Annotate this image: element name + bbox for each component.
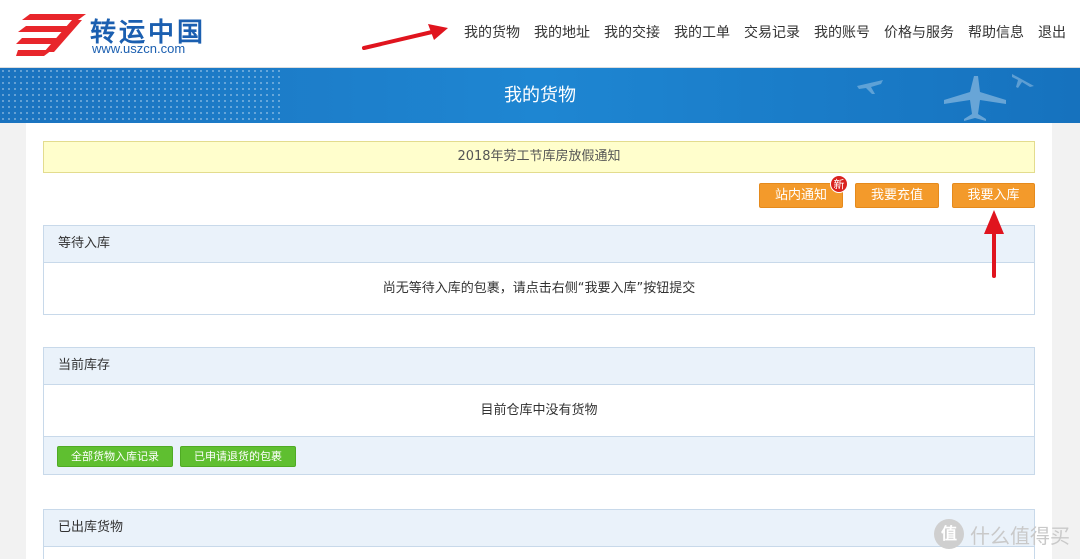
inventory-panel-footer: 全部货物入库记录 已申请退货的包裹 <box>44 436 1034 474</box>
nav-my-handover[interactable]: 我的交接 <box>604 22 660 42</box>
shipped-panel: 已出库货物 <box>43 509 1035 559</box>
logo-url: www.uszcn.com <box>92 41 186 56</box>
annotation-arrow-icon <box>362 24 448 50</box>
watermark-text: 什么值得买 <box>970 523 1070 548</box>
page-title: 我的货物 <box>504 85 576 106</box>
stock-in-button[interactable]: 我要入库 <box>952 183 1035 208</box>
inbox-button[interactable]: 站内通知 新 <box>759 175 848 208</box>
recharge-button[interactable]: 我要充值 <box>855 183 939 208</box>
inventory-empty-message: 目前仓库中没有货物 <box>480 403 598 418</box>
nav-transactions[interactable]: 交易记录 <box>744 22 800 42</box>
nav-my-account[interactable]: 我的账号 <box>814 22 870 42</box>
inventory-panel: 当前库存 目前仓库中没有货物 全部货物入库记录 已申请退货的包裹 <box>43 347 1035 475</box>
main-nav: 我的货物 我的地址 我的交接 我的工单 交易记录 我的账号 价格与服务 帮助信息… <box>464 22 1066 42</box>
nav-help[interactable]: 帮助信息 <box>968 22 1024 42</box>
top-header: 转运中国 www.uszcn.com 我的货物 我的地址 我的交接 我的工单 交… <box>0 0 1080 68</box>
holiday-notice[interactable]: 2018年劳工节库房放假通知 <box>43 141 1035 173</box>
main-content: 2018年劳工节库房放假通知 站内通知 新 我要充值 我要入库 等待入库 尚无等… <box>26 123 1052 559</box>
annotation-arrow-up-icon <box>984 210 1004 278</box>
pending-panel: 等待入库 尚无等待入库的包裹，请点击右侧“我要入库”按钮提交 <box>43 225 1035 315</box>
all-stock-in-records-button[interactable]: 全部货物入库记录 <box>57 446 173 467</box>
pending-empty-message: 尚无等待入库的包裹，请点击右侧“我要入库”按钮提交 <box>382 281 696 296</box>
new-badge: 新 <box>830 175 848 193</box>
pending-panel-title: 等待入库 <box>44 226 1034 263</box>
logo-stripes-icon <box>16 14 86 56</box>
nav-logout[interactable]: 退出 <box>1038 22 1066 42</box>
site-logo[interactable]: 转运中国 www.uszcn.com <box>16 10 216 60</box>
nav-my-tickets[interactable]: 我的工单 <box>674 22 730 42</box>
inbox-button-label: 站内通知 <box>774 188 827 203</box>
page-banner: 我的货物 <box>0 68 1080 123</box>
shipped-panel-title: 已出库货物 <box>44 510 1034 547</box>
nav-my-goods[interactable]: 我的货物 <box>464 22 520 42</box>
watermark: 值 什么值得买 <box>934 516 1070 552</box>
nav-pricing[interactable]: 价格与服务 <box>884 22 954 42</box>
return-requests-button[interactable]: 已申请退货的包裹 <box>180 446 296 467</box>
inventory-panel-title: 当前库存 <box>44 348 1034 385</box>
watermark-logo-icon: 值 <box>934 519 964 549</box>
nav-my-address[interactable]: 我的地址 <box>534 22 590 42</box>
